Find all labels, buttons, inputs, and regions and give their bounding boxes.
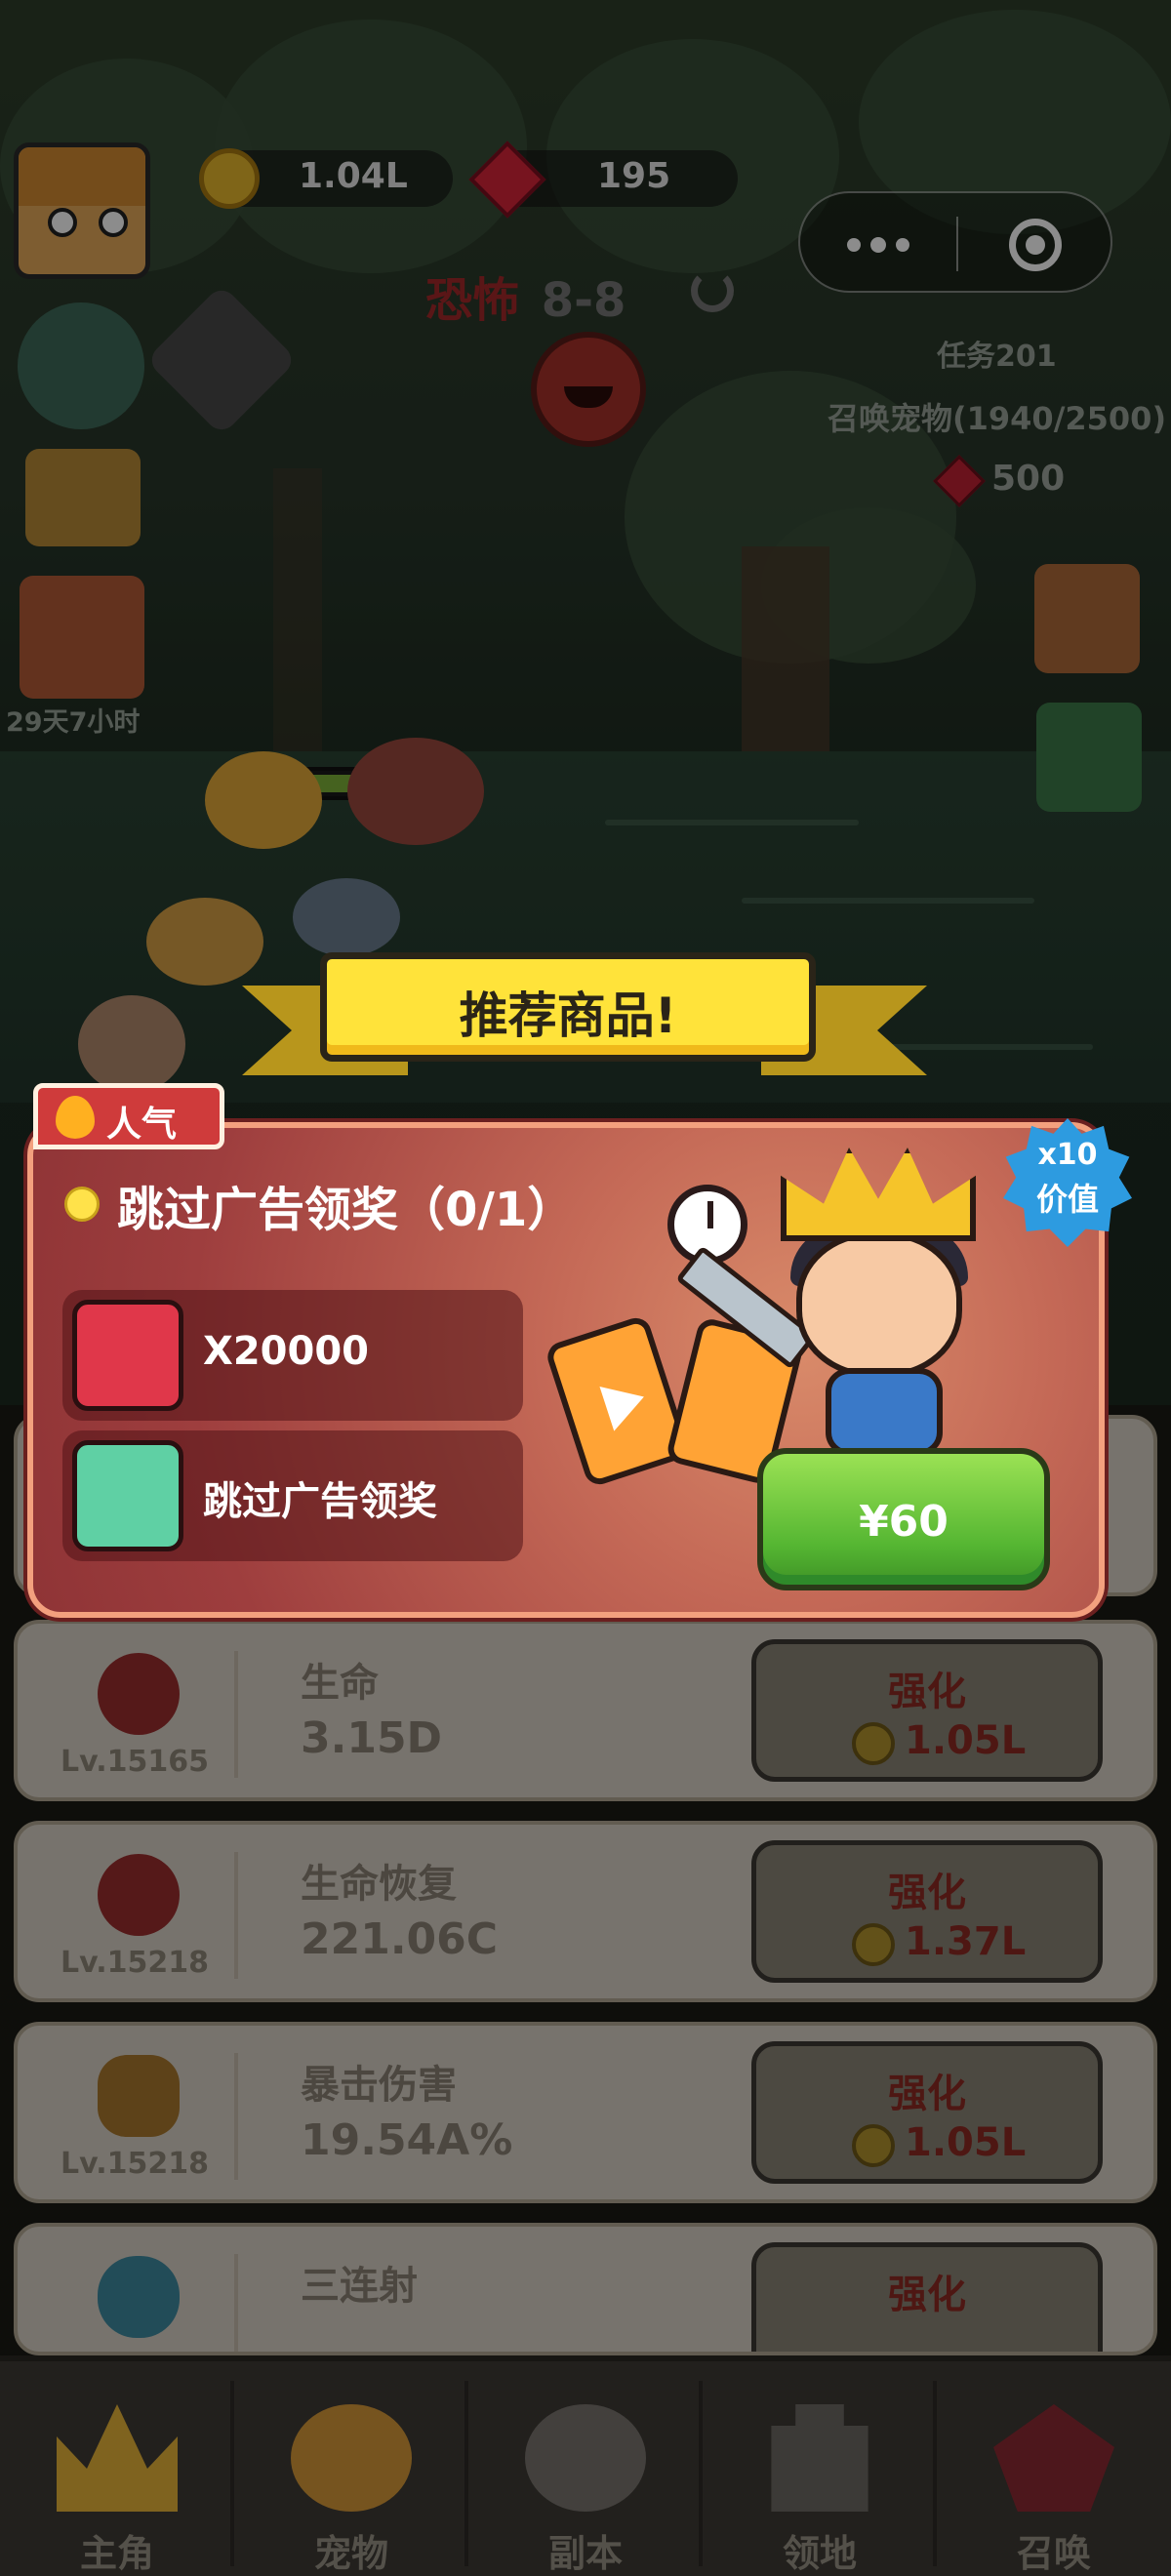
price-label: ¥60	[859, 1497, 949, 1547]
no-ads-icon	[72, 1440, 183, 1551]
popular-tag: 人气	[33, 1083, 224, 1149]
reward-item: X20000	[62, 1290, 523, 1421]
banner-title: 推荐商品!	[459, 987, 677, 1044]
buy-button[interactable]: ¥60	[757, 1448, 1050, 1590]
title-bullet-icon	[64, 1187, 100, 1222]
crown-icon	[781, 1147, 976, 1241]
offer-title: 跳过广告领奖（0/1）	[117, 1183, 575, 1237]
red-gem-icon	[72, 1300, 183, 1411]
play-icon	[599, 1374, 652, 1431]
reward-item: 跳过广告领奖	[62, 1430, 523, 1561]
offer-banner: 推荐商品!	[320, 952, 816, 1062]
popular-tag-label: 人气	[106, 1105, 178, 1145]
hero-body	[826, 1368, 943, 1456]
hero-character	[771, 1147, 1001, 1460]
fire-icon	[56, 1096, 95, 1139]
reward-text: 跳过广告领奖	[203, 1479, 437, 1524]
hero-face	[796, 1231, 962, 1378]
reward-text: X20000	[203, 1329, 369, 1374]
